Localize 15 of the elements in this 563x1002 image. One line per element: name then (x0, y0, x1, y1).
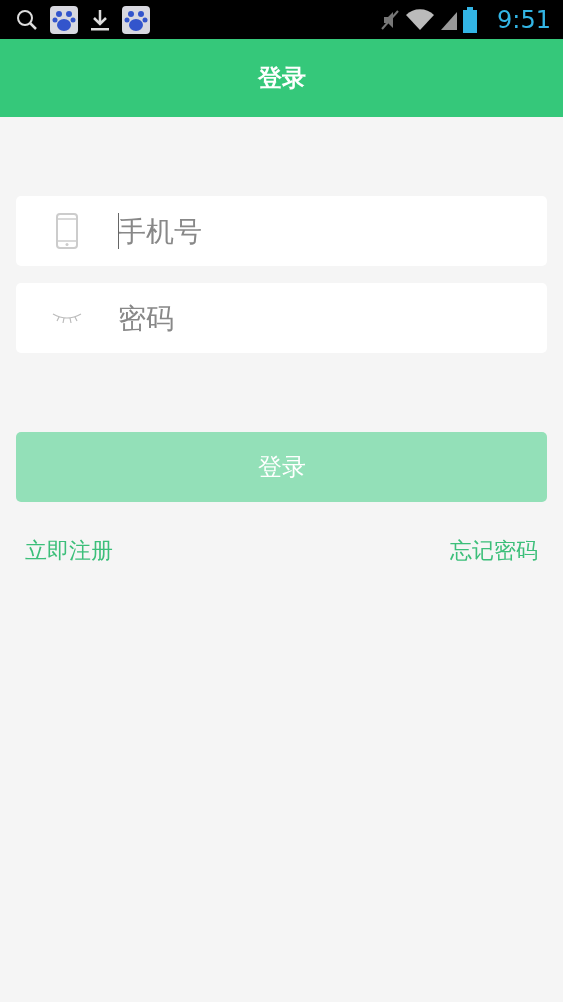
closed-eye-icon (52, 312, 82, 324)
page-title: 登录 (257, 63, 306, 94)
input-field[interactable]: 手机号 (16, 196, 547, 266)
paw-icon (122, 5, 150, 34)
search-icon (16, 8, 38, 31)
text-link[interactable]: 立即注册 (25, 536, 113, 566)
paw-icon (50, 5, 78, 34)
clock-time: 9:51 (497, 5, 551, 34)
text-link[interactable]: 忘记密码 (450, 536, 538, 566)
wifi-icon (405, 8, 436, 31)
input-field[interactable]: 密码 (16, 283, 547, 353)
battery-icon (463, 6, 478, 33)
download-icon (90, 7, 110, 32)
mute-icon (381, 8, 400, 31)
phone-icon (56, 213, 78, 249)
